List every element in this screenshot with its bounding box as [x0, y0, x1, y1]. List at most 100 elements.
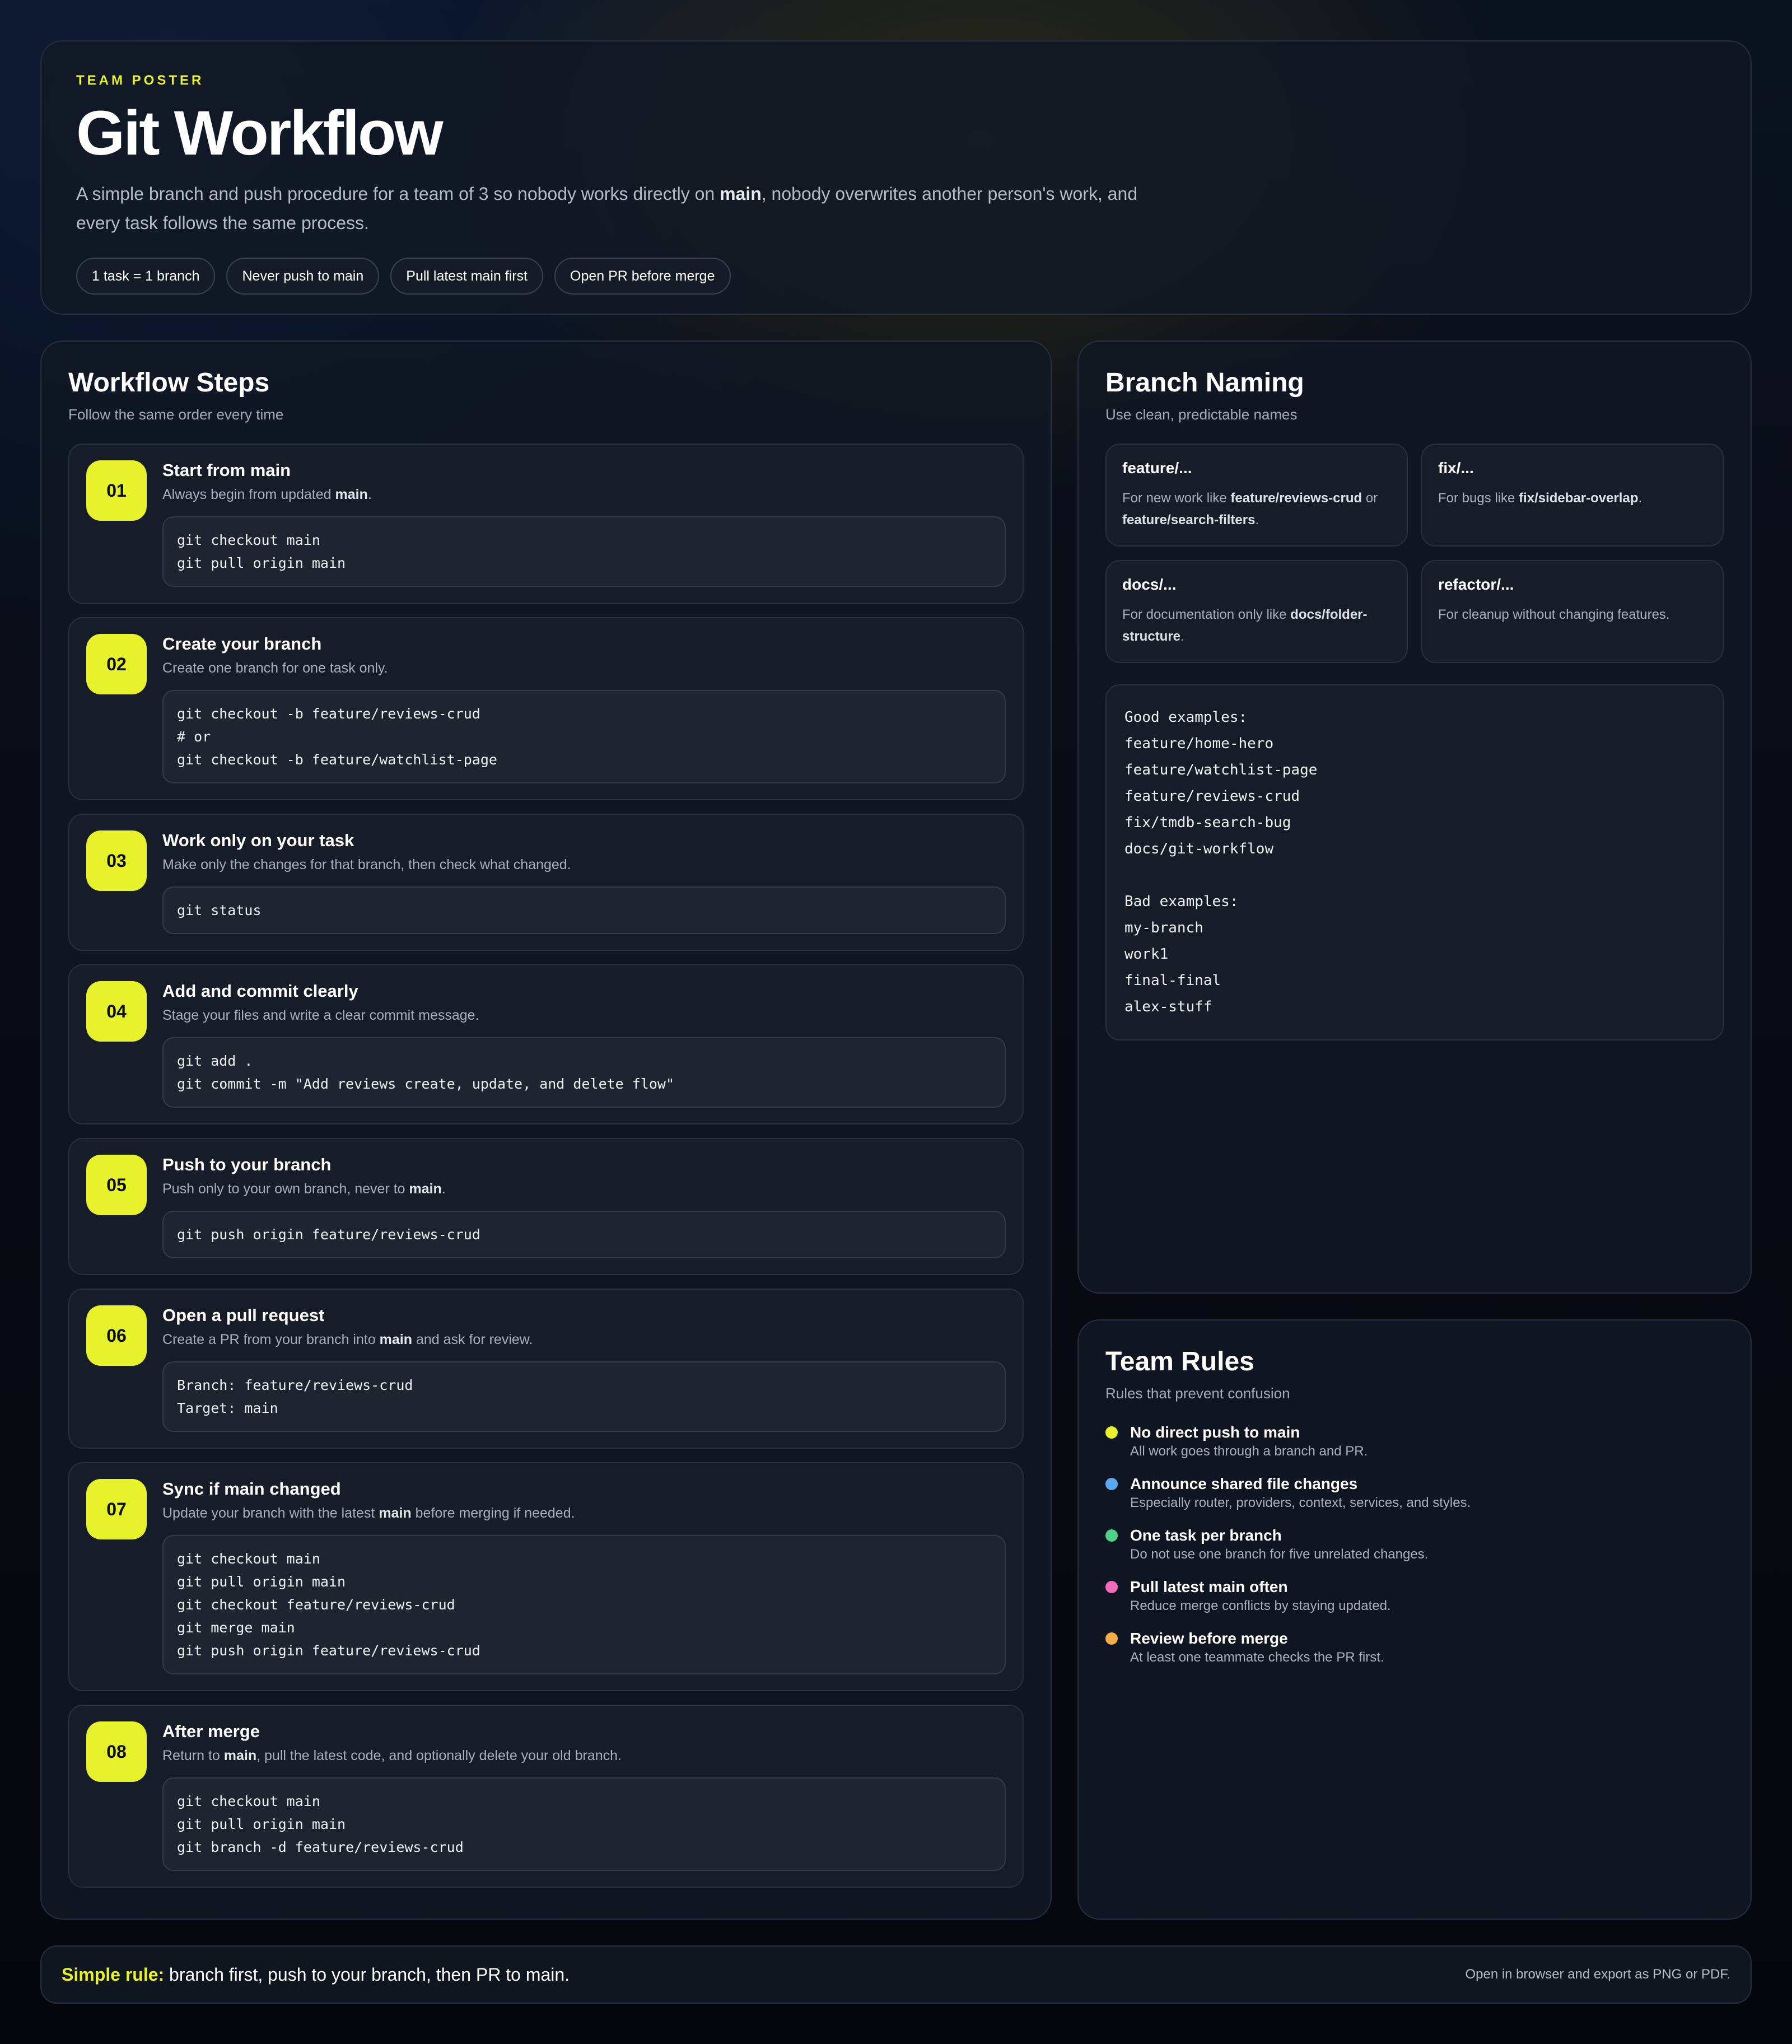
rules-list: No direct push to main All work goes thr… — [1105, 1422, 1724, 1667]
desc-part: . — [1180, 629, 1184, 644]
desc-part: Stage your files and write a clear commi… — [162, 1007, 479, 1023]
bullet-dot-icon — [1105, 1632, 1118, 1645]
naming-item-feature: feature/... For new work like feature/re… — [1105, 444, 1408, 547]
step-description: Create one branch for one task only. — [162, 659, 1006, 678]
desc-part: Make only the changes for that branch, t… — [162, 857, 571, 872]
step-05: 05 Push to your branch Push only to your… — [68, 1138, 1024, 1275]
desc-part: Always begin from updated — [162, 487, 335, 502]
naming-item-desc: For bugs like fix/sidebar-overlap. — [1438, 487, 1707, 509]
hero-desc-part: A simple branch and push procedure for a… — [76, 184, 720, 204]
rule-item: Pull latest main often Reduce merge conf… — [1105, 1577, 1724, 1615]
step-number-badge: 01 — [86, 460, 147, 521]
naming-item-desc: For documentation only like docs/folder-… — [1122, 604, 1391, 647]
rule-item: Announce shared file changes Especially … — [1105, 1474, 1724, 1512]
step-description: Always begin from updated main. — [162, 485, 1006, 504]
section-subtitle: Use clean, predictable names — [1105, 406, 1298, 423]
desc-part: . — [1255, 512, 1259, 528]
desc-bold: main — [379, 1332, 413, 1347]
code-block[interactable]: git push origin feature/reviews-crud — [162, 1211, 1006, 1258]
desc-bold: fix/sidebar-overlap — [1519, 491, 1639, 506]
desc-bold: main — [409, 1181, 442, 1197]
naming-item-title: feature/... — [1122, 459, 1192, 477]
section-subtitle: Follow the same order every time — [68, 406, 284, 423]
step-number-badge: 03 — [86, 830, 147, 891]
step-number-badge: 06 — [86, 1305, 147, 1366]
examples-code-block[interactable]: Good examples: feature/home-hero feature… — [1105, 684, 1724, 1040]
step-07: 07 Sync if main changed Update your bran… — [68, 1462, 1024, 1691]
code-block[interactable]: git checkout -b feature/reviews-crud # o… — [162, 690, 1006, 783]
code-block[interactable]: git checkout main git pull origin main — [162, 516, 1006, 587]
desc-bold: main — [223, 1748, 257, 1763]
step-title: Add and commit clearly — [162, 981, 358, 1001]
desc-part: before merging if needed. — [411, 1505, 575, 1521]
section-title: Team Rules — [1105, 1347, 1254, 1376]
footer-rule-label: Simple rule: — [62, 1964, 165, 1985]
rule-desc: At least one teammate checks the PR firs… — [1130, 1650, 1384, 1665]
code-block[interactable]: Branch: feature/reviews-crud Target: mai… — [162, 1361, 1006, 1432]
desc-part: . — [441, 1181, 446, 1197]
branch-naming-card: Branch Naming Use clean, predictable nam… — [1077, 340, 1752, 1294]
section-title: Branch Naming — [1105, 368, 1304, 398]
step-title: Start from main — [162, 460, 291, 480]
steps-list: 01 Start from main Always begin from upd… — [68, 444, 1024, 1888]
desc-part: . — [1638, 491, 1642, 506]
desc-part: and ask for review. — [412, 1332, 533, 1347]
rule-item: No direct push to main All work goes thr… — [1105, 1422, 1724, 1460]
footer-bar: Simple rule: branch first, push to your … — [40, 1945, 1752, 2004]
desc-part: Create a PR from your branch into — [162, 1332, 380, 1347]
naming-item-title: fix/... — [1438, 459, 1474, 477]
desc-part: For documentation only like — [1122, 607, 1291, 622]
rule-item: Review before merge At least one teammat… — [1105, 1628, 1724, 1667]
bullet-dot-icon — [1105, 1581, 1118, 1593]
step-description: Create a PR from your branch into main a… — [162, 1330, 1006, 1349]
naming-item-title: docs/... — [1122, 576, 1177, 593]
footer-note: Open in browser and export as PNG or PDF… — [1465, 1967, 1730, 1982]
desc-part: Update your branch with the latest — [162, 1505, 379, 1521]
team-rules-card: Team Rules Rules that prevent confusion … — [1077, 1319, 1752, 1920]
section-subtitle: Rules that prevent confusion — [1105, 1385, 1290, 1402]
step-06: 06 Open a pull request Create a PR from … — [68, 1289, 1024, 1449]
footer-simple-rule: Simple rule: branch first, push to your … — [62, 1964, 570, 1985]
pill-never-push-main: Never push to main — [226, 258, 380, 295]
step-number-badge: 05 — [86, 1155, 147, 1215]
rule-title: One task per branch — [1130, 1527, 1282, 1544]
desc-bold: main — [335, 487, 368, 502]
rule-title: Announce shared file changes — [1130, 1475, 1358, 1492]
step-01: 01 Start from main Always begin from upd… — [68, 444, 1024, 604]
desc-part: Create one branch for one task only. — [162, 660, 388, 676]
pill-open-pr: Open PR before merge — [554, 258, 731, 295]
naming-item-fix: fix/... For bugs like fix/sidebar-overla… — [1421, 444, 1724, 547]
step-description: Make only the changes for that branch, t… — [162, 855, 1006, 874]
code-block[interactable]: git add . git commit -m "Add reviews cre… — [162, 1037, 1006, 1108]
step-title: After merge — [162, 1721, 260, 1741]
step-description: Stage your files and write a clear commi… — [162, 1006, 1006, 1025]
footer-rule-text: branch first, push to your branch, then … — [164, 1964, 570, 1985]
desc-bold: main — [379, 1505, 412, 1521]
naming-item-title: refactor/... — [1438, 576, 1514, 593]
desc-part: , pull the latest code, and optionally d… — [256, 1748, 622, 1763]
bullet-dot-icon — [1105, 1529, 1118, 1542]
step-03: 03 Work only on your task Make only the … — [68, 814, 1024, 951]
rule-desc: Do not use one branch for five unrelated… — [1130, 1547, 1429, 1562]
workflow-steps-card: Workflow Steps Follow the same order eve… — [40, 340, 1052, 1920]
step-number-badge: 07 — [86, 1479, 147, 1539]
code-block[interactable]: git checkout main git pull origin main g… — [162, 1535, 1006, 1674]
step-title: Create your branch — [162, 634, 322, 654]
desc-part: . — [367, 487, 372, 502]
eyebrow: TEAM POSTER — [76, 73, 204, 88]
step-description: Return to main, pull the latest code, an… — [162, 1746, 1006, 1765]
step-title: Push to your branch — [162, 1155, 332, 1174]
naming-item-docs: docs/... For documentation only like doc… — [1105, 560, 1408, 663]
rule-desc: Especially router, providers, context, s… — [1130, 1495, 1471, 1510]
code-block[interactable]: git status — [162, 886, 1006, 934]
desc-part: For cleanup without changing features. — [1438, 607, 1670, 622]
step-02: 02 Create your branch Create one branch … — [68, 617, 1024, 800]
pill-one-task-one-branch: 1 task = 1 branch — [76, 258, 216, 295]
rule-desc: Reduce merge conflicts by staying update… — [1130, 1598, 1391, 1613]
desc-part: For bugs like — [1438, 491, 1519, 506]
step-number-badge: 04 — [86, 981, 147, 1042]
pill-row: 1 task = 1 branch Never push to main Pul… — [76, 258, 1716, 295]
hero-card: TEAM POSTER Git Workflow A simple branch… — [40, 40, 1752, 315]
desc-part: Push only to your own branch, never to — [162, 1181, 409, 1197]
code-block[interactable]: git checkout main git pull origin main g… — [162, 1777, 1006, 1871]
